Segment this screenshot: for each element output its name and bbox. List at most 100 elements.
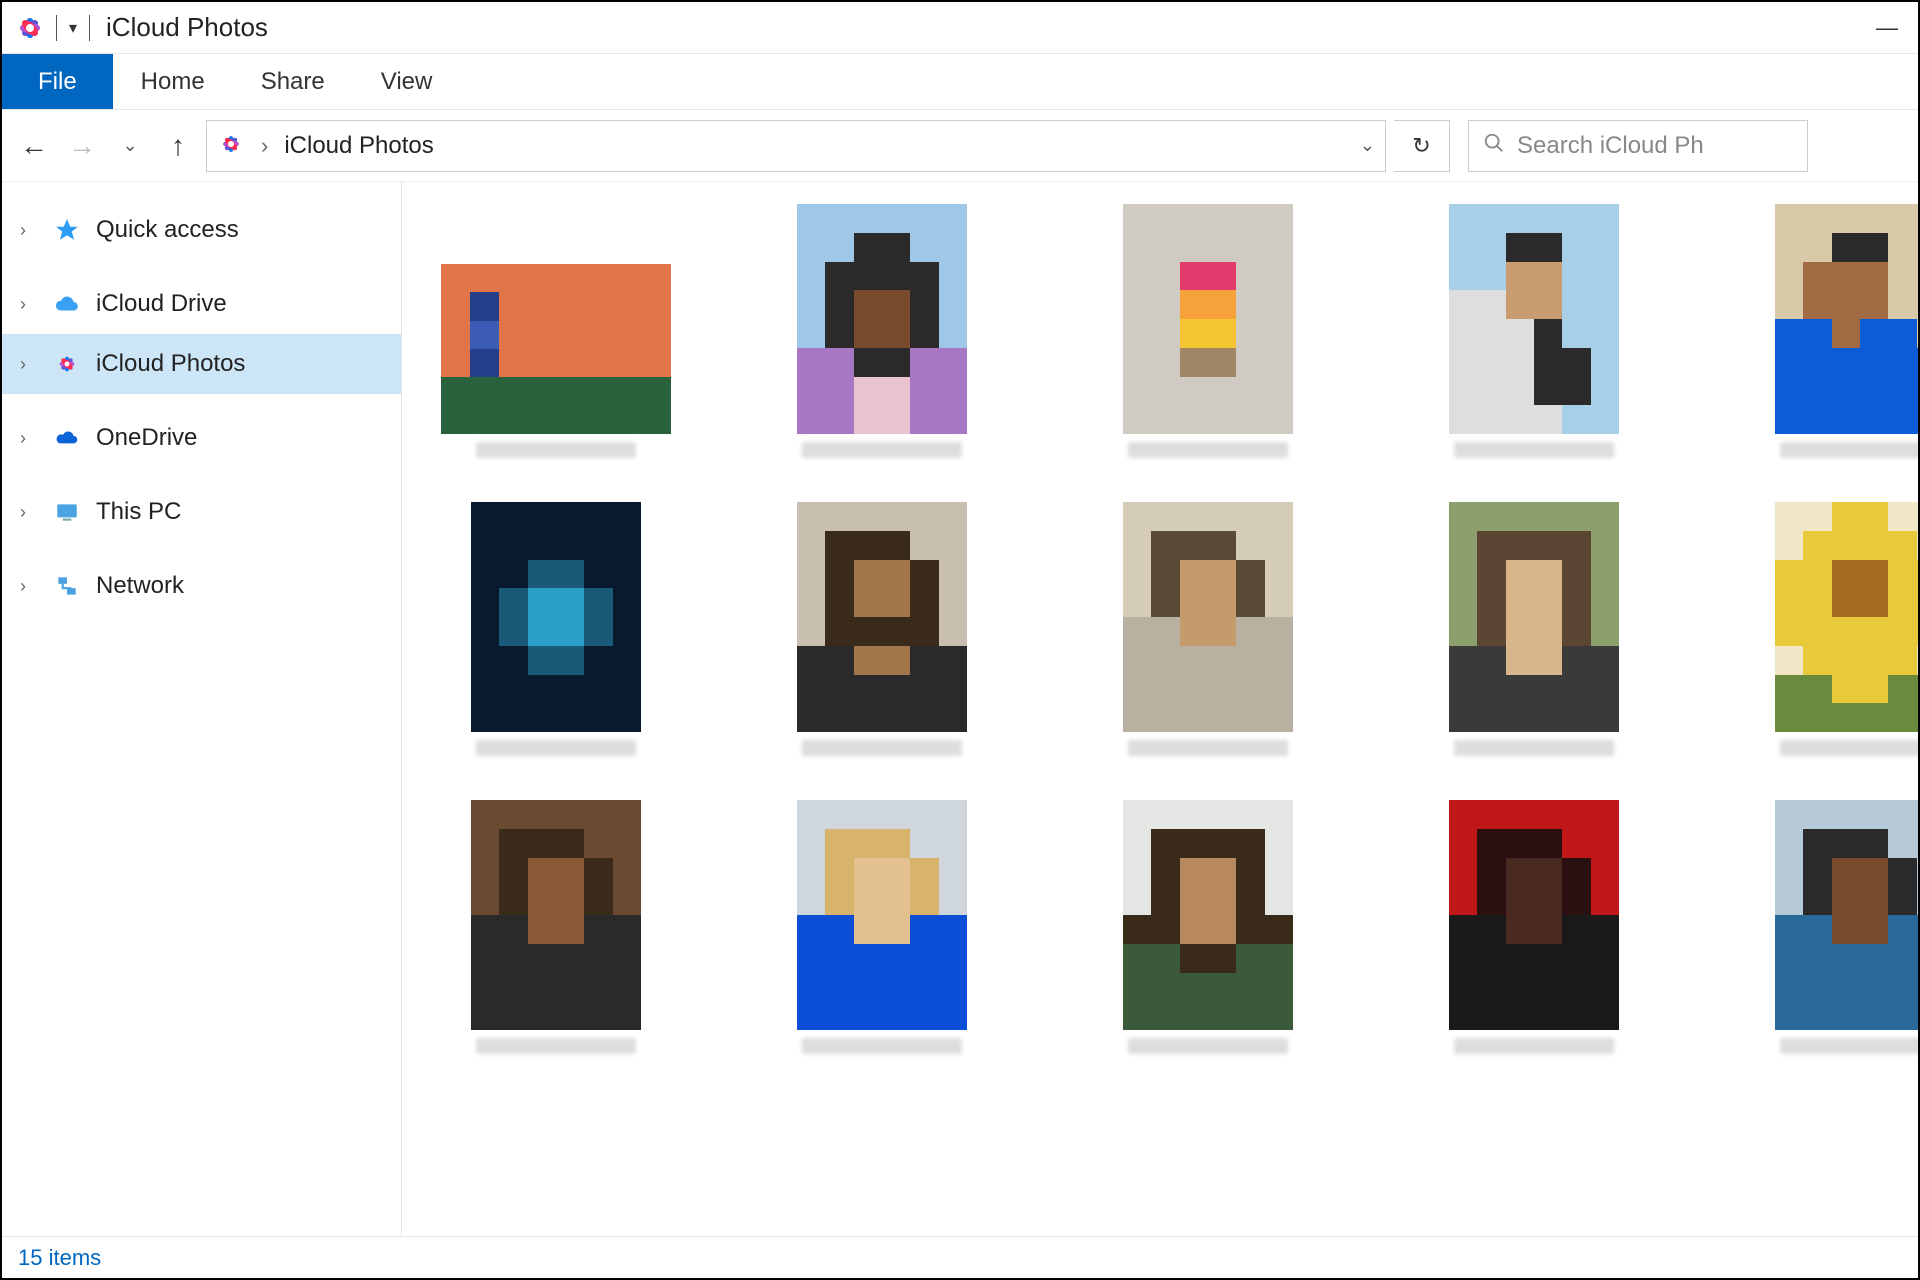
sidebar-item-this-pc[interactable]: › This PC <box>2 482 401 542</box>
tab-file[interactable]: File <box>2 54 113 109</box>
up-button[interactable]: ↑ <box>158 126 198 166</box>
file-name <box>1108 1038 1308 1056</box>
tab-view[interactable]: View <box>353 54 461 109</box>
sidebar-item-label: Network <box>96 572 184 600</box>
file-thumbnail <box>1449 502 1619 732</box>
file-name <box>782 442 982 460</box>
file-item[interactable] <box>1078 502 1338 758</box>
file-item[interactable] <box>1730 204 1918 460</box>
refresh-button[interactable]: ↻ <box>1394 120 1450 172</box>
file-thumbnail <box>1775 502 1918 732</box>
file-thumbnail <box>1449 800 1619 1030</box>
file-name <box>1108 740 1308 758</box>
file-item[interactable] <box>752 502 1012 758</box>
file-name <box>1434 740 1634 758</box>
photos-icon <box>52 349 82 379</box>
file-thumbnail <box>1123 204 1293 434</box>
file-item[interactable] <box>1078 800 1338 1056</box>
file-thumbnail <box>797 502 967 732</box>
search-placeholder: Search iCloud Ph <box>1517 132 1704 160</box>
cloud-icon <box>52 289 82 319</box>
search-icon <box>1483 132 1505 159</box>
ribbon-tabs: File Home Share View <box>2 54 1918 110</box>
recent-locations-dropdown[interactable]: ⌄ <box>110 126 150 166</box>
star-icon <box>52 215 82 245</box>
chevron-right-icon[interactable]: › <box>20 354 38 375</box>
file-thumbnail <box>471 502 641 732</box>
file-name <box>1108 442 1308 460</box>
file-item[interactable] <box>1730 502 1918 758</box>
file-name <box>782 740 982 758</box>
file-thumbnail <box>1775 204 1918 434</box>
file-name <box>1434 1038 1634 1056</box>
file-item[interactable] <box>1404 502 1664 758</box>
chevron-right-icon[interactable]: › <box>20 220 38 241</box>
tab-home[interactable]: Home <box>113 54 233 109</box>
file-item[interactable] <box>426 800 686 1056</box>
sidebar-item-icloud-drive[interactable]: › iCloud Drive <box>2 274 401 334</box>
photos-app-icon <box>14 12 46 44</box>
file-item[interactable] <box>426 502 686 758</box>
file-item[interactable] <box>752 204 1012 460</box>
sidebar-item-network[interactable]: › Network <box>2 556 401 616</box>
breadcrumb[interactable]: iCloud Photos <box>284 132 433 160</box>
titlebar: ▾ iCloud Photos — <box>2 2 1918 54</box>
tab-share[interactable]: Share <box>233 54 353 109</box>
file-name <box>1760 442 1918 460</box>
sidebar-item-label: OneDrive <box>96 424 197 452</box>
chevron-right-icon[interactable]: › <box>20 428 38 449</box>
photos-location-icon <box>217 130 249 162</box>
sidebar-item-quick-access[interactable]: › Quick access <box>2 200 401 260</box>
file-thumbnail <box>1449 204 1619 434</box>
quick-access-toolbar-dropdown[interactable]: ▾ <box>63 18 83 38</box>
file-name <box>456 1038 656 1056</box>
sidebar-item-label: Quick access <box>96 216 239 244</box>
content-area[interactable] <box>402 182 1918 1236</box>
titlebar-separator <box>56 15 57 41</box>
chevron-right-icon[interactable]: › <box>20 576 38 597</box>
file-name <box>1760 740 1918 758</box>
search-input[interactable]: Search iCloud Ph <box>1468 120 1808 172</box>
titlebar-separator <box>89 15 90 41</box>
file-thumbnail <box>1123 502 1293 732</box>
sidebar-item-onedrive[interactable]: › OneDrive <box>2 408 401 468</box>
address-toolbar: ← → ⌄ ↑ › iCloud Photos ⌄ ↻ Search iClou… <box>2 110 1918 182</box>
onedrive-icon <box>52 423 82 453</box>
chevron-right-icon[interactable]: › <box>20 294 38 315</box>
file-item[interactable] <box>1078 204 1338 460</box>
file-name <box>1434 442 1634 460</box>
pc-icon <box>52 497 82 527</box>
status-item-count: 15 items <box>18 1245 101 1271</box>
file-thumbnail <box>441 264 671 434</box>
file-name <box>1760 1038 1918 1056</box>
file-item[interactable] <box>1730 800 1918 1056</box>
file-thumbnail <box>797 800 967 1030</box>
back-button[interactable]: ← <box>14 126 54 166</box>
file-thumbnail <box>471 800 641 1030</box>
window-title: iCloud Photos <box>106 12 268 43</box>
sidebar-item-label: iCloud Drive <box>96 290 227 318</box>
chevron-right-icon[interactable]: › <box>261 133 268 159</box>
file-name <box>782 1038 982 1056</box>
file-item[interactable] <box>426 264 686 460</box>
file-name <box>456 740 656 758</box>
file-item[interactable] <box>752 800 1012 1056</box>
sidebar-item-icloud-photos[interactable]: › iCloud Photos <box>2 334 401 394</box>
forward-button[interactable]: → <box>62 126 102 166</box>
items-grid <box>426 204 1894 1056</box>
file-thumbnail <box>797 204 967 434</box>
navigation-pane: › Quick access › iCloud Drive › iCloud Photos… <box>2 182 402 1236</box>
network-icon <box>52 571 82 601</box>
status-bar: 15 items <box>2 1236 1918 1278</box>
file-thumbnail <box>1123 800 1293 1030</box>
sidebar-item-label: iCloud Photos <box>96 350 245 378</box>
chevron-right-icon[interactable]: › <box>20 502 38 523</box>
file-name <box>456 442 656 460</box>
address-history-dropdown[interactable]: ⌄ <box>1360 135 1375 156</box>
file-item[interactable] <box>1404 800 1664 1056</box>
address-bar[interactable]: › iCloud Photos ⌄ <box>206 120 1386 172</box>
minimize-button[interactable]: — <box>1876 15 1898 41</box>
sidebar-item-label: This PC <box>96 498 181 526</box>
file-thumbnail <box>1775 800 1918 1030</box>
file-item[interactable] <box>1404 204 1664 460</box>
